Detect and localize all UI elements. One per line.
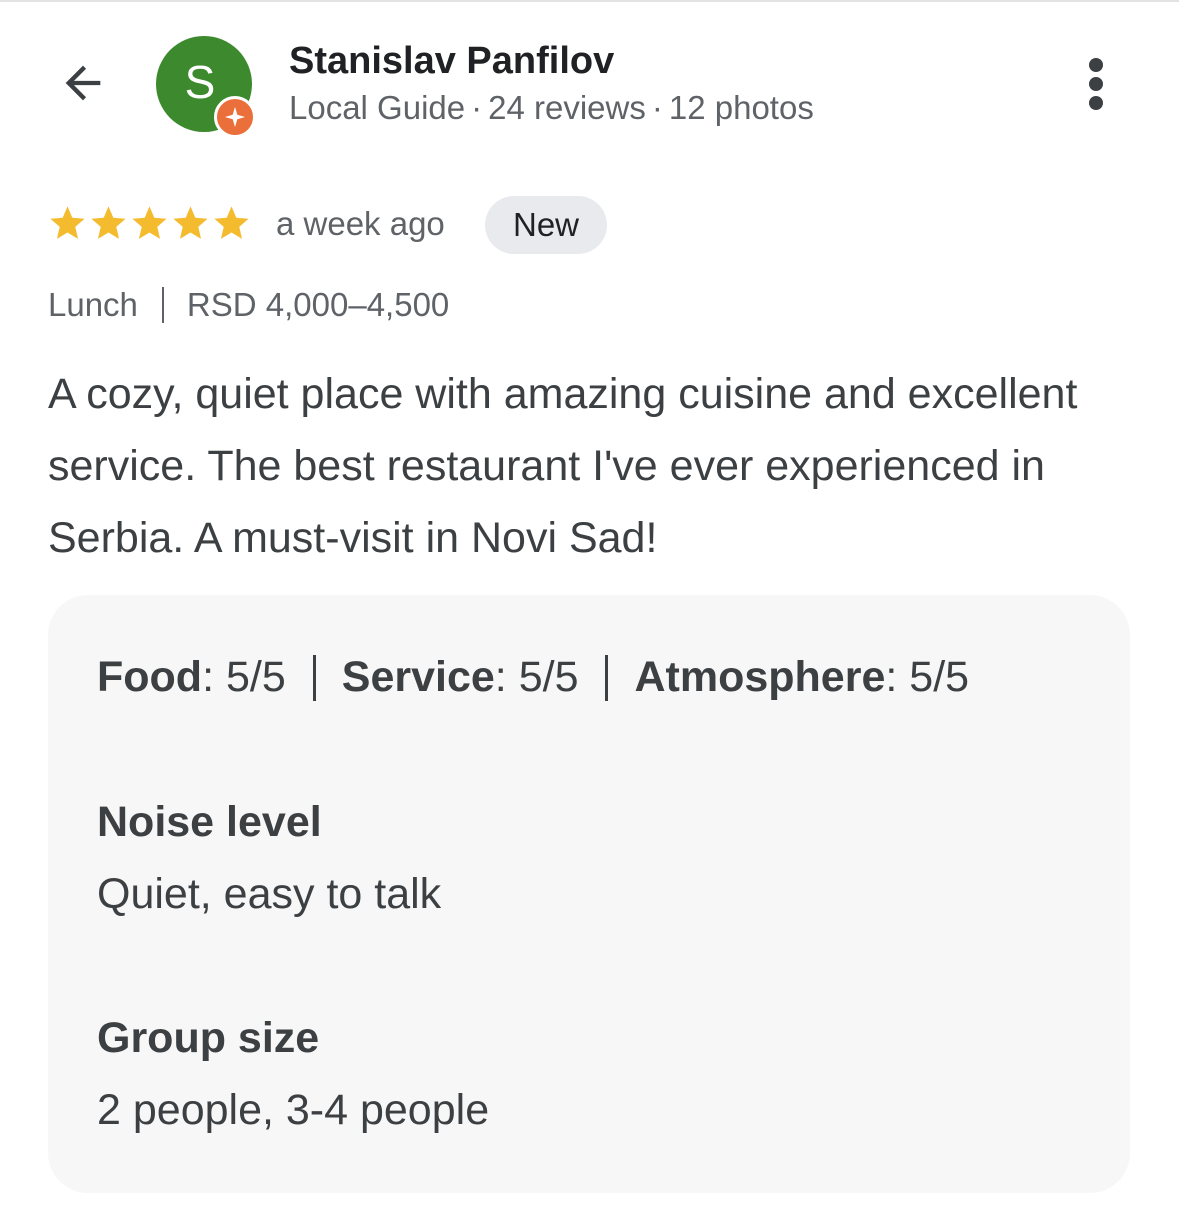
review-page: S Stanislav Panfilov Local Guide · 24 revi… [0, 0, 1179, 1206]
rating-atmosphere-label: Atmosphere [634, 653, 886, 701]
review-details-card: Food: 5/5 Service: 5/5 Atmosphere: 5/5 N… [48, 595, 1130, 1193]
review-count: 24 reviews [488, 89, 646, 126]
rating-food-value: 5/5 [225, 653, 286, 701]
price-range: RSD 4,000–4,500 [186, 286, 450, 323]
noise-level-value: Quiet, easy to talk [97, 870, 442, 918]
group-size-title: Group size [97, 1014, 320, 1062]
meal-type: Lunch [48, 286, 138, 323]
reviewer-level: Local Guide [289, 89, 466, 126]
local-guide-star-icon [224, 106, 246, 128]
star-icon [50, 206, 85, 239]
meta-separator: · [471, 89, 483, 126]
avatar-letter: S [184, 56, 216, 108]
visit-info-divider [161, 287, 164, 323]
rating-service-label: Service [341, 653, 495, 701]
rating-atmosphere-value: 5/5 [909, 653, 970, 701]
more-vertical-icon [1089, 58, 1103, 110]
back-button[interactable] [52, 52, 114, 114]
new-badge: New [485, 196, 607, 254]
star-icon [173, 206, 208, 239]
top-divider [0, 0, 1179, 2]
star-icon [214, 206, 249, 239]
rating-service: Service: 5/5 [341, 653, 579, 701]
local-guide-badge [214, 96, 256, 138]
review-text: A cozy, quiet place with amazing cuisine… [48, 370, 1078, 562]
ratings-divider [605, 654, 609, 701]
rating-service-value: 5/5 [518, 653, 579, 701]
ratings-divider [312, 654, 316, 701]
reviewer-name[interactable]: Stanislav Panfilov [289, 40, 614, 83]
aspect-ratings: Food: 5/5 Service: 5/5 Atmosphere: 5/5 [97, 653, 969, 702]
visit-info: Lunch RSD 4,000–4,500 [48, 286, 449, 324]
meta-separator: · [651, 89, 663, 126]
rating-food: Food: 5/5 [97, 653, 286, 701]
noise-level-title: Noise level [97, 798, 322, 846]
star-icon [132, 206, 167, 239]
rating-food-label: Food [97, 653, 203, 701]
arrow-back-icon [65, 65, 101, 101]
more-options-button[interactable] [1072, 56, 1120, 112]
photo-count: 12 photos [668, 89, 814, 126]
star-icon [91, 206, 126, 239]
review-time: a week ago [276, 205, 445, 242]
group-size-value: 2 people, 3-4 people [97, 1086, 490, 1134]
reviewer-meta: Local Guide · 24 reviews · 12 photos [289, 89, 814, 127]
rating-atmosphere: Atmosphere: 5/5 [634, 653, 970, 701]
star-rating [47, 203, 252, 244]
